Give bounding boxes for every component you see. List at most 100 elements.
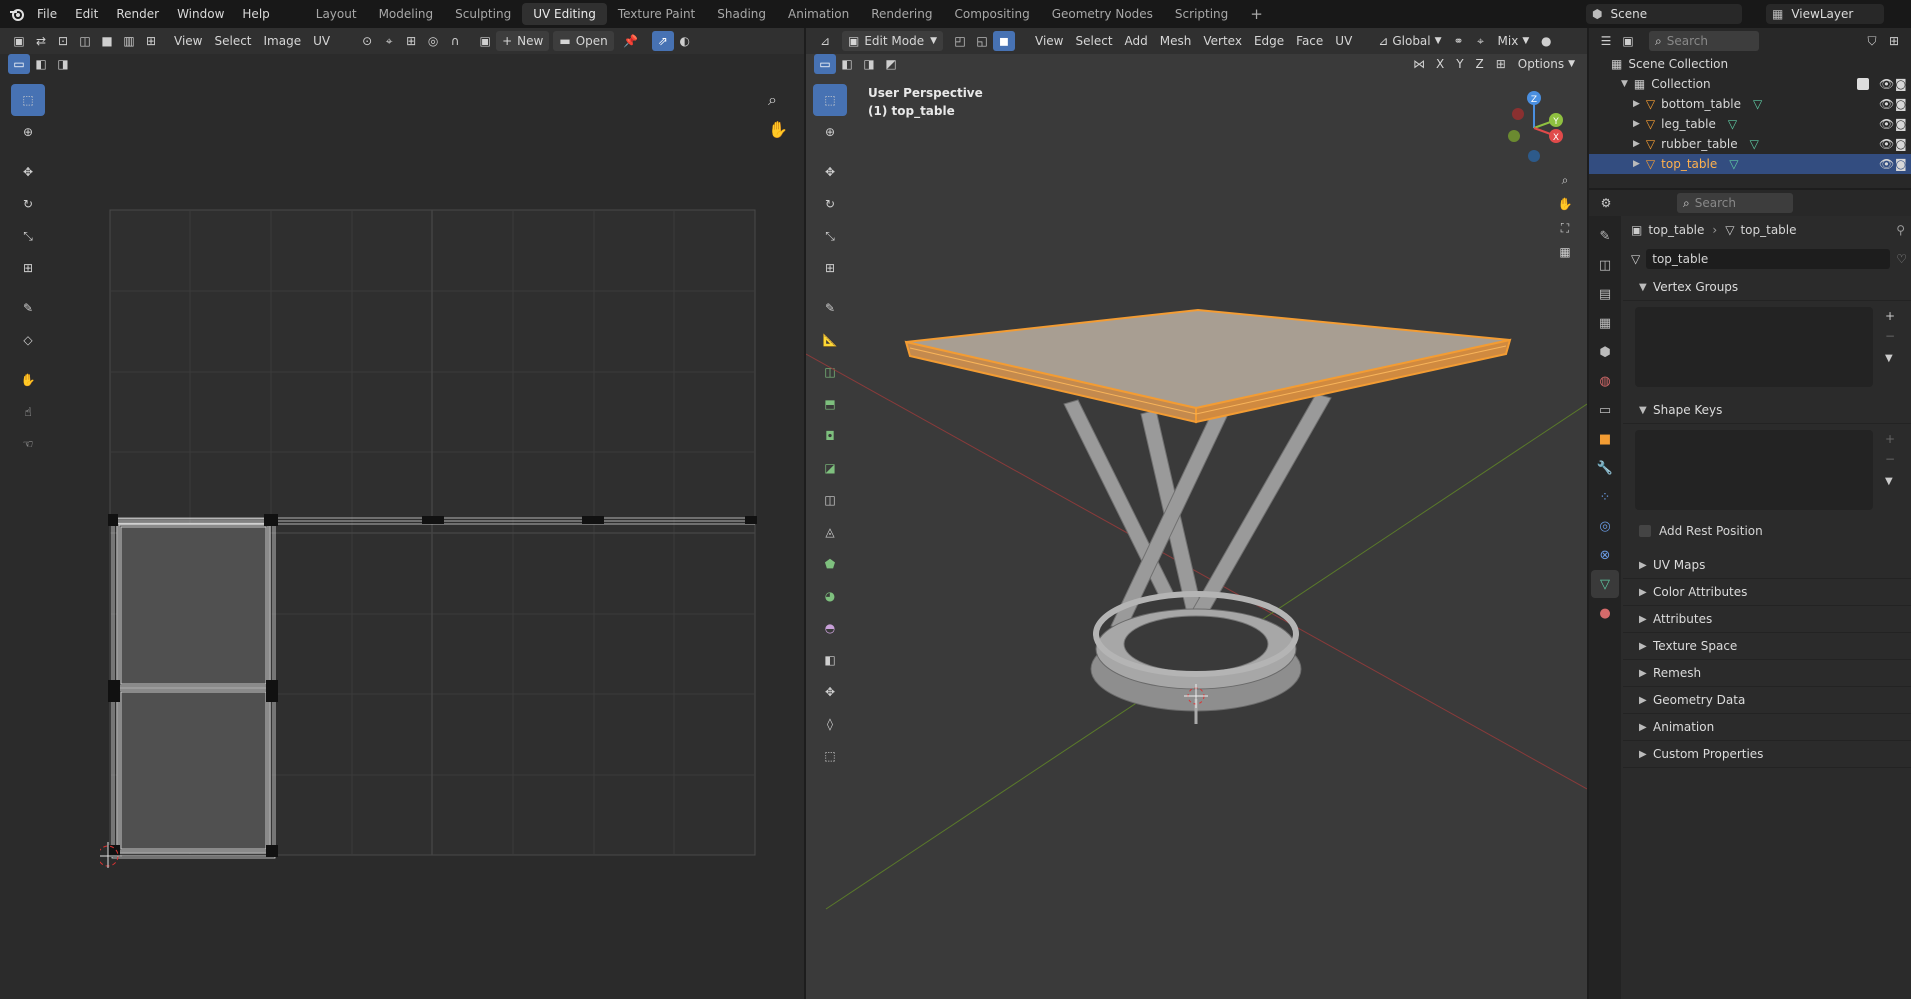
tab-texture-paint[interactable]: Texture Paint [607,3,706,25]
vp-menu-vertex[interactable]: Vertex [1197,31,1248,51]
viewport-editor-type-icon[interactable]: ⊿ [814,31,836,51]
outliner-search-input[interactable]: ⌕ Search [1649,31,1759,51]
uv-editor[interactable]: ▣ ⇄ ⊡ ◫ ■ ▥ ⊞ View Select Image UV ⊙ ⌖ ⊞… [0,28,804,999]
tab-scripting[interactable]: Scripting [1164,3,1239,25]
rotate-tool-icon[interactable]: ↻ [11,188,45,220]
cursor-tool-icon[interactable]: ⊕ [11,116,45,148]
output-tab-icon[interactable]: ▤ [1591,280,1619,308]
tool-tab-icon[interactable]: ✎ [1591,222,1619,250]
orientation-selector[interactable]: ⊿ Global ▼ [1372,31,1447,51]
camera-icon[interactable]: ◙ [1895,97,1907,111]
menu-file[interactable]: File [28,3,66,25]
tab-shading[interactable]: Shading [706,3,777,25]
uv-menu-select[interactable]: Select [208,31,257,51]
options-dropdown[interactable]: Options ▼ [1512,54,1581,74]
vertex-groups-list[interactable] [1635,307,1873,387]
uv-menu-uv[interactable]: UV [307,31,336,51]
vp-menu-edge[interactable]: Edge [1248,31,1290,51]
outliner-editor-type-icon[interactable]: ☰ [1595,31,1617,51]
outliner[interactable]: ☰ ▣ ⌕ Search ⛉ ⊞ ▦ Scene Collection ▼ ▦ … [1589,28,1911,188]
custom-properties-panel-header[interactable]: ▶ Custom Properties [1623,741,1911,768]
scale-tool-icon[interactable]: ⤡ [11,220,45,252]
shape-keys-panel-header[interactable]: ▼ Shape Keys [1623,397,1911,424]
tab-uv-editing[interactable]: UV Editing [522,3,607,25]
island-select-icon[interactable]: ▥ [118,31,140,51]
mirror-z-toggle[interactable]: Z [1470,54,1490,74]
object-tab-icon[interactable]: ■ [1591,425,1619,453]
collection-tab-icon[interactable]: ▭ [1591,396,1619,424]
menu-edit[interactable]: Edit [66,3,107,25]
camera-icon[interactable]: ◙ [1895,77,1907,91]
view-layer-selector[interactable]: ▦ ViewLayer [1766,4,1884,24]
geometry-data-panel-header[interactable]: ▶ Geometry Data [1623,687,1911,714]
modifier-tab-icon[interactable]: 🔧 [1591,454,1619,482]
render-tab-icon[interactable]: ◫ [1591,251,1619,279]
uv-grid-canvas[interactable] [100,178,770,868]
remesh-panel-header[interactable]: ▶ Remesh [1623,660,1911,687]
camera-icon[interactable]: ◙ [1895,137,1907,151]
vp-select-extend-icon[interactable]: ◧ [836,54,858,74]
editor-type-icon[interactable]: ▣ [8,31,30,51]
properties-editor-type-icon[interactable]: ⚙ [1595,193,1617,213]
eye-icon[interactable]: 👁 [1879,97,1894,111]
face-select-icon[interactable]: ■ [96,31,118,51]
fake-user-icon[interactable]: ♡ [1896,252,1907,266]
vp-select-subtract-icon[interactable]: ◨ [858,54,880,74]
shape-keys-list[interactable] [1635,430,1873,510]
eye-icon[interactable]: 👁 [1879,77,1894,91]
mirror-y-toggle[interactable]: Y [1450,54,1469,74]
properties-editor[interactable]: ⚙ ⌕ Search ✎ ◫ ▤ ▦ ⬢ ◍ ▭ ■ 🔧 ⁘ ◎ ⊗ ▽ ● ▣… [1589,190,1911,999]
filter-icon[interactable]: ⛉ [1861,31,1883,51]
select-mode-extend-icon[interactable]: ◧ [30,54,52,74]
scene-tab-icon[interactable]: ⬢ [1591,338,1619,366]
zoom-icon[interactable]: ⌕ [768,90,777,110]
image-browse-icon[interactable]: ▣ [474,31,496,51]
pan-hand-icon[interactable]: ✋ [768,120,788,139]
snap-icon[interactable]: ⌖ [378,31,400,51]
outliner-object-row-active[interactable]: ▶ ▽ top_table ▽ 👁 ◙ [1589,154,1911,174]
vp-select-invert-icon[interactable]: ◩ [880,54,902,74]
vertex-groups-panel-header[interactable]: ▼ Vertex Groups [1623,274,1911,301]
sync-selection-icon[interactable]: ⇄ [30,31,52,51]
menu-window[interactable]: Window [168,3,233,25]
collection-row[interactable]: ▼ ▦ Collection 👁 ◙ [1589,74,1911,94]
uv-maps-panel-header[interactable]: ▶ UV Maps [1623,552,1911,579]
3d-viewport[interactable]: ⊿ ▣ Edit Mode ▼ ◰ ◱ ◼ View Select Add Me… [806,28,1587,999]
properties-search-input[interactable]: ⌕ Search [1677,193,1793,213]
eye-icon[interactable]: 👁 [1879,117,1894,131]
scene-selector[interactable]: ⬢ Scene [1586,4,1742,24]
gizmo-toggle-icon[interactable]: ⇗ [651,31,674,51]
add-workspace-button[interactable]: + [1239,3,1274,25]
texture-space-panel-header[interactable]: ▶ Texture Space [1623,633,1911,660]
scene-collection-row[interactable]: ▦ Scene Collection [1589,54,1911,74]
eye-icon[interactable]: 👁 [1879,137,1894,151]
proportional-edit-icon[interactable]: ◎ [422,31,444,51]
select-mode-subtract-icon[interactable]: ◨ [52,54,74,74]
remove-vertex-group-icon[interactable]: − [1885,329,1895,343]
camera-icon[interactable]: ◙ [1895,157,1907,171]
vp-menu-view[interactable]: View [1029,31,1069,51]
sticky-select-icon[interactable]: ⊞ [140,31,162,51]
vp-menu-select[interactable]: Select [1070,31,1119,51]
outliner-object-row[interactable]: ▶ ▽ bottom_table ▽ 👁 ◙ [1589,94,1911,114]
move-tool-icon[interactable]: ✥ [11,156,45,188]
tab-rendering[interactable]: Rendering [860,3,943,25]
remove-shape-key-icon[interactable]: − [1885,452,1895,466]
pin-icon[interactable]: 📌 [620,31,642,51]
data-name-field[interactable]: top_table [1646,249,1891,269]
mode-selector[interactable]: ▣ Edit Mode ▼ [842,31,944,51]
mesh-data-icon[interactable]: ▽ [1631,252,1640,266]
mirror-icon[interactable]: ⋈ [1408,54,1430,74]
uv-menu-view[interactable]: View [168,31,208,51]
particles-tab-icon[interactable]: ⁘ [1591,483,1619,511]
outliner-object-row[interactable]: ▶ ▽ rubber_table ▽ 👁 ◙ [1589,134,1911,154]
tab-layout[interactable]: Layout [305,3,368,25]
blender-logo-icon[interactable] [6,3,28,25]
tab-modeling[interactable]: Modeling [368,3,445,25]
new-image-button[interactable]: + New [496,31,550,51]
vp-menu-add[interactable]: Add [1119,31,1154,51]
add-rest-position-row[interactable]: Add Rest Position [1623,520,1911,542]
collection-checkbox[interactable] [1857,78,1869,90]
pivot-icon[interactable]: ⊙ [356,31,378,51]
face-mode-icon[interactable]: ◼ [993,31,1016,51]
